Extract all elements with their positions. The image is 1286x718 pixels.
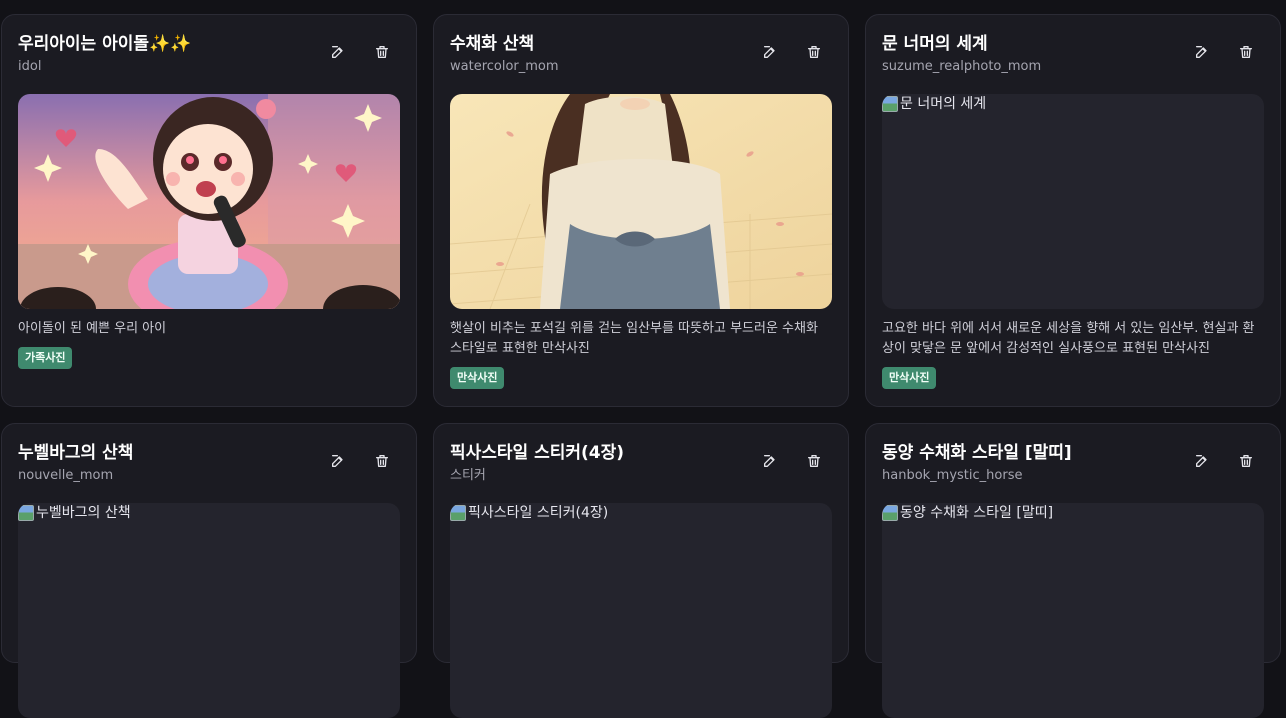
- alt-label: 문 너머의 세계: [900, 96, 987, 112]
- card-title: 픽사스타일 스티커(4장): [450, 443, 625, 463]
- card-title: 누벨바그의 산책: [18, 443, 134, 463]
- category-tag: 가족사진: [18, 347, 73, 369]
- gallery-row: 누벨바그의 산책 nouvelle_mom 누벨바그의 산책 픽사스타일 스티커…: [1, 423, 1281, 718]
- broken-image-icon: [882, 505, 898, 521]
- gallery-card[interactable]: 누벨바그의 산책 nouvelle_mom 누벨바그의 산책: [1, 423, 417, 718]
- edit-button[interactable]: [752, 34, 788, 70]
- broken-image-icon: [450, 505, 466, 521]
- broken-image-icon: [882, 96, 898, 112]
- gallery-grid: 우리아이는 아이돌✨✨ idol 아이돌이 된 예쁜 우리 아이 가족사진 수채…: [1, 14, 1281, 407]
- card-author: 스티커: [450, 468, 486, 483]
- card-image-broken[interactable]: 누벨바그의 산책: [18, 503, 400, 718]
- card-author: watercolor_mom: [450, 59, 559, 74]
- card-title: 수채화 산책: [450, 34, 535, 54]
- card-description: 아이돌이 된 예쁜 우리 아이: [18, 321, 167, 336]
- card-author: suzume_realphoto_mom: [882, 59, 1042, 74]
- edit-icon: [1196, 46, 1207, 58]
- trash-icon: [376, 455, 388, 467]
- card-description: 햇살이 비추는 포석길 위를 걷는 임산부를 따뜻하고 부드러운 수채화 스타일…: [450, 321, 818, 356]
- gallery-row: 우리아이는 아이돌✨✨ idol 아이돌이 된 예쁜 우리 아이 가족사진 수채…: [1, 14, 1281, 407]
- category-tag: 만삭사진: [450, 367, 505, 389]
- edit-button[interactable]: [1184, 443, 1220, 479]
- card-title: 우리아이는 아이돌✨✨: [18, 34, 192, 54]
- delete-button[interactable]: [796, 34, 832, 70]
- card-image-broken[interactable]: 픽사스타일 스티커(4장): [450, 503, 832, 718]
- broken-image-icon: [18, 505, 34, 521]
- alt-label: 누벨바그의 산책: [36, 505, 131, 521]
- category-tag: 만삭사진: [882, 367, 937, 389]
- edit-icon: [1196, 455, 1207, 467]
- image-alt-text: 동양 수채화 스타일 [말띠]: [882, 503, 1053, 523]
- gallery-card[interactable]: 우리아이는 아이돌✨✨ idol 아이돌이 된 예쁜 우리 아이 가족사진: [1, 14, 417, 407]
- gallery-card[interactable]: 문 너머의 세계 suzume_realphoto_mom 문 너머의 세계 고…: [865, 14, 1281, 407]
- gallery-card[interactable]: 수채화 산책 watercolor_mom 햇살이 비추는 포석길 위를 걷는 …: [433, 14, 849, 407]
- image-alt-text: 누벨바그의 산책: [18, 503, 131, 523]
- delete-button[interactable]: [1228, 34, 1264, 70]
- image-alt-text: 픽사스타일 스티커(4장): [450, 503, 608, 523]
- card-image-watercolor[interactable]: [450, 94, 832, 309]
- trash-icon: [1240, 46, 1252, 58]
- card-author: hanbok_mystic_horse: [882, 468, 1023, 483]
- card-image-idol[interactable]: [18, 94, 400, 309]
- card-image-broken[interactable]: 동양 수채화 스타일 [말띠]: [882, 503, 1264, 718]
- edit-button[interactable]: [752, 443, 788, 479]
- gallery-card[interactable]: 동양 수채화 스타일 [말띠] hanbok_mystic_horse 동양 수…: [865, 423, 1281, 718]
- card-author: idol: [18, 59, 42, 74]
- card-title: 동양 수채화 스타일 [말띠]: [882, 443, 1072, 463]
- idol-illustration: [18, 94, 400, 309]
- delete-button[interactable]: [364, 443, 400, 479]
- edit-button[interactable]: [1184, 34, 1220, 70]
- edit-icon: [332, 455, 343, 467]
- delete-button[interactable]: [1228, 443, 1264, 479]
- delete-button[interactable]: [364, 34, 400, 70]
- edit-button[interactable]: [320, 443, 356, 479]
- card-title: 문 너머의 세계: [882, 34, 988, 54]
- trash-icon: [376, 46, 388, 58]
- edit-icon: [332, 46, 343, 58]
- delete-button[interactable]: [796, 443, 832, 479]
- alt-label: 픽사스타일 스티커(4장): [468, 505, 609, 521]
- image-alt-text: 문 너머의 세계: [882, 94, 986, 114]
- edit-button[interactable]: [320, 34, 356, 70]
- card-image-broken[interactable]: 문 너머의 세계: [882, 94, 1264, 309]
- edit-icon: [764, 455, 775, 467]
- watercolor-illustration: [450, 94, 832, 309]
- card-author: nouvelle_mom: [18, 468, 114, 483]
- edit-icon: [764, 46, 775, 58]
- trash-icon: [808, 455, 820, 467]
- gallery-card[interactable]: 픽사스타일 스티커(4장) 스티커 픽사스타일 스티커(4장): [433, 423, 849, 718]
- alt-label: 동양 수채화 스타일 [말띠]: [900, 505, 1054, 521]
- trash-icon: [808, 46, 820, 58]
- trash-icon: [1240, 455, 1252, 467]
- card-description: 고요한 바다 위에 서서 새로운 세상을 향해 서 있는 임산부. 현실과 환상…: [882, 321, 1255, 356]
